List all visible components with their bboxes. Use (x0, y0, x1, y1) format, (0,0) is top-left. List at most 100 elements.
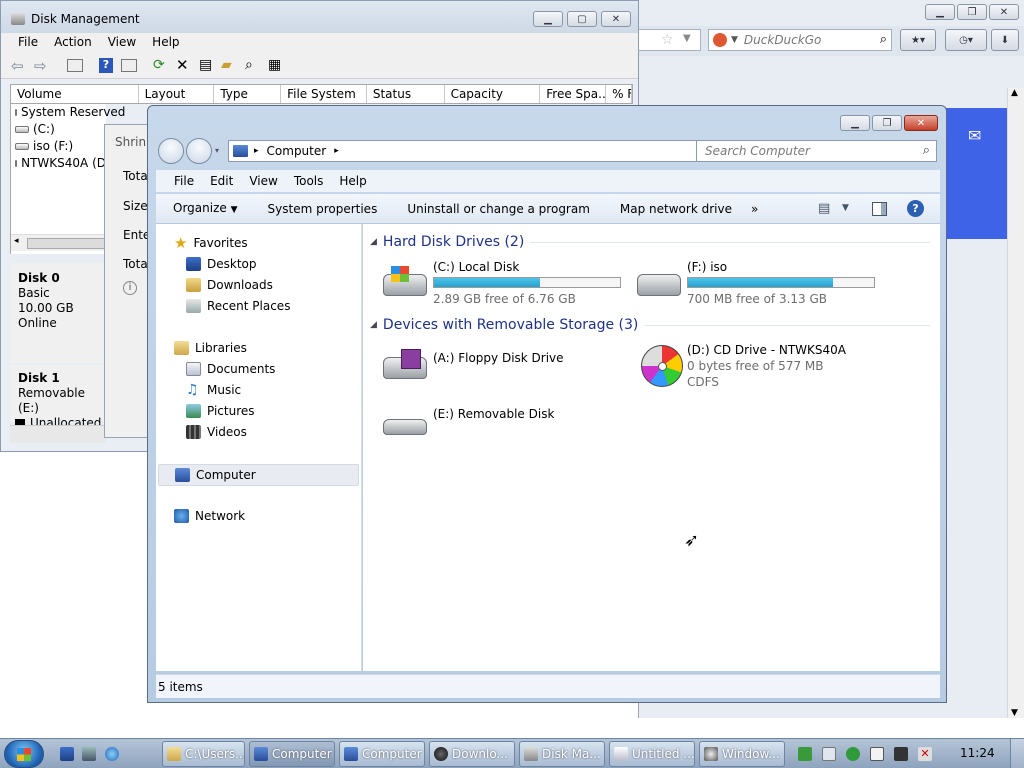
breadcrumb-arrow-icon[interactable]: ▸ (254, 146, 259, 156)
recent-pages-icon[interactable]: ▾ (215, 146, 219, 155)
preview-pane-icon[interactable] (872, 202, 887, 216)
nav-downloads[interactable]: Downloads (186, 275, 273, 295)
menu-view[interactable]: View (241, 170, 285, 192)
list-item[interactable]: NTWKS40A (D (11, 155, 106, 172)
menu-file[interactable]: File (156, 170, 202, 192)
show-desktop-button[interactable] (1010, 739, 1024, 768)
tray-document-icon[interactable] (822, 747, 836, 761)
horizontal-scrollbar[interactable]: ◂ (11, 234, 107, 251)
list-item[interactable]: (C:) (11, 121, 106, 138)
nav-pictures[interactable]: Pictures (186, 401, 255, 421)
organize-button[interactable]: Organize ▼ (156, 193, 253, 225)
tray-network-app-icon[interactable] (798, 747, 812, 761)
menu-view[interactable]: View (100, 33, 144, 53)
col-layout[interactable]: Layout (139, 85, 215, 103)
scroll-down-icon[interactable]: ▼ (1011, 708, 1018, 718)
disk0-panel[interactable]: Disk 0 Basic 10.00 GB Online (10, 263, 106, 363)
console-tree-icon[interactable] (67, 59, 83, 72)
menu-file[interactable]: File (1, 33, 46, 53)
properties-view-icon[interactable] (121, 59, 137, 72)
col-percent-free[interactable]: % F (606, 85, 632, 103)
delete-icon[interactable]: ✕ (176, 56, 189, 74)
tray-security-icon[interactable] (846, 747, 860, 761)
maximize-button[interactable]: ▢ (567, 11, 597, 27)
drive-f-tile[interactable]: (F:) iso 700 MB free of 3.13 GB (635, 260, 881, 310)
taskbar-button-folder[interactable]: C:\Users... (162, 741, 245, 767)
taskbar-button-windows[interactable]: Window... (699, 741, 785, 767)
browser-close-button[interactable]: ✕ (989, 4, 1019, 20)
browser-scrollbar[interactable]: ▲ ▼ (1007, 88, 1024, 718)
nav-recent-places[interactable]: Recent Places (186, 296, 290, 316)
taskbar-button-downloads[interactable]: Downlo... (429, 741, 515, 767)
change-view-icon[interactable]: ▤ (818, 201, 830, 216)
menu-tools[interactable]: Tools (286, 170, 332, 192)
restore-button[interactable]: ❐ (872, 115, 902, 131)
mail-icon[interactable]: ✉ (968, 126, 981, 145)
network-status-icon[interactable] (894, 747, 908, 761)
nav-desktop[interactable]: Desktop (186, 254, 257, 274)
browser-search-field[interactable]: ▼ DuckDuckGo ⌕ (708, 29, 892, 51)
system-properties-button[interactable]: System properties (253, 194, 393, 224)
history-button[interactable]: ◷▾ (945, 29, 987, 51)
taskbar-button-disk-management[interactable]: Disk Ma... (519, 741, 605, 767)
bookmarks-button[interactable]: ★▾ (900, 29, 936, 51)
browser-url-field[interactable]: ☆ ▼ (639, 29, 701, 51)
menu-help[interactable]: Help (144, 33, 187, 53)
open-folder-icon[interactable]: ▰ (221, 57, 232, 73)
forward-button[interactable] (186, 138, 212, 164)
taskbar-button-untitled[interactable]: Untitled ... (609, 741, 695, 767)
action-center-flag-icon[interactable] (870, 747, 884, 761)
search-icon[interactable]: ⌕ (923, 141, 930, 161)
view-dropdown-icon[interactable]: ▼ (842, 203, 849, 213)
download-button[interactable]: ⬇ (991, 29, 1019, 51)
scroll-up-icon[interactable]: ▲ (1011, 88, 1018, 98)
scroll-thumb[interactable] (27, 238, 105, 249)
properties-icon[interactable]: ▤ (199, 57, 212, 73)
breadcrumb-arrow-icon[interactable]: ▸ (334, 146, 339, 156)
nav-network[interactable]: Network (174, 506, 245, 526)
nav-libraries[interactable]: Libraries (174, 338, 247, 358)
list-item[interactable]: System Reserved (11, 104, 125, 121)
help-icon[interactable]: ? (99, 58, 113, 73)
collapse-group-icon[interactable]: ◢ (370, 237, 377, 247)
close-button[interactable]: ✕ (601, 11, 631, 27)
more-commands-button[interactable]: » (747, 194, 762, 224)
minimize-button[interactable]: ▁ (533, 11, 563, 27)
col-volume[interactable]: Volume (11, 85, 139, 103)
search-icon[interactable]: ⌕ (245, 57, 253, 73)
group-removable-storage[interactable]: ◢ Devices with Removable Storage (3) (370, 317, 930, 333)
scroll-left-icon[interactable]: ◂ (14, 236, 19, 246)
search-engine-dropdown-icon[interactable]: ▼ (731, 35, 738, 45)
list-item[interactable]: iso (F:) (11, 138, 106, 155)
nav-videos[interactable]: Videos (186, 422, 247, 442)
browser-restore-button[interactable]: ❐ (957, 4, 987, 20)
volume-muted-icon[interactable]: ✕ (918, 747, 932, 761)
minimize-button[interactable]: ▁ (840, 115, 870, 131)
nav-computer[interactable]: Computer (158, 464, 359, 486)
search-icon[interactable]: ⌕ (880, 32, 887, 47)
map-network-drive-button[interactable]: Map network drive (605, 194, 747, 224)
col-capacity[interactable]: Capacity (445, 85, 541, 103)
clock[interactable]: 11:24 (960, 746, 995, 760)
drive-c-tile[interactable]: (C:) Local Disk 2.89 GB free of 6.76 GB (381, 260, 627, 310)
nav-music[interactable]: ♫ Music (186, 380, 241, 400)
close-button[interactable]: ✕ (904, 115, 938, 131)
uninstall-program-button[interactable]: Uninstall or change a program (392, 194, 605, 224)
show-desktop-icon[interactable] (60, 747, 74, 761)
settings-icon[interactable]: ▦ (268, 57, 281, 73)
col-type[interactable]: Type (214, 85, 282, 103)
menu-help[interactable]: Help (331, 170, 374, 192)
start-button[interactable] (4, 740, 44, 768)
taskbar-button-computer-2[interactable]: Computer (339, 741, 425, 767)
back-button[interactable] (158, 138, 184, 164)
url-dropdown-icon[interactable]: ▼ (683, 33, 691, 44)
taskbar-button-computer-1[interactable]: Computer (249, 741, 335, 767)
drive-e-tile[interactable]: (E:) Removable Disk (381, 399, 627, 449)
forward-icon[interactable]: ⇨ (34, 57, 47, 75)
col-status[interactable]: Status (367, 85, 445, 103)
collapse-group-icon[interactable]: ◢ (370, 320, 377, 330)
nav-favorites[interactable]: ★ Favorites (174, 233, 248, 253)
col-file-system[interactable]: File System (281, 85, 367, 103)
internet-explorer-icon[interactable] (105, 747, 119, 761)
help-icon[interactable]: ? (907, 200, 924, 217)
